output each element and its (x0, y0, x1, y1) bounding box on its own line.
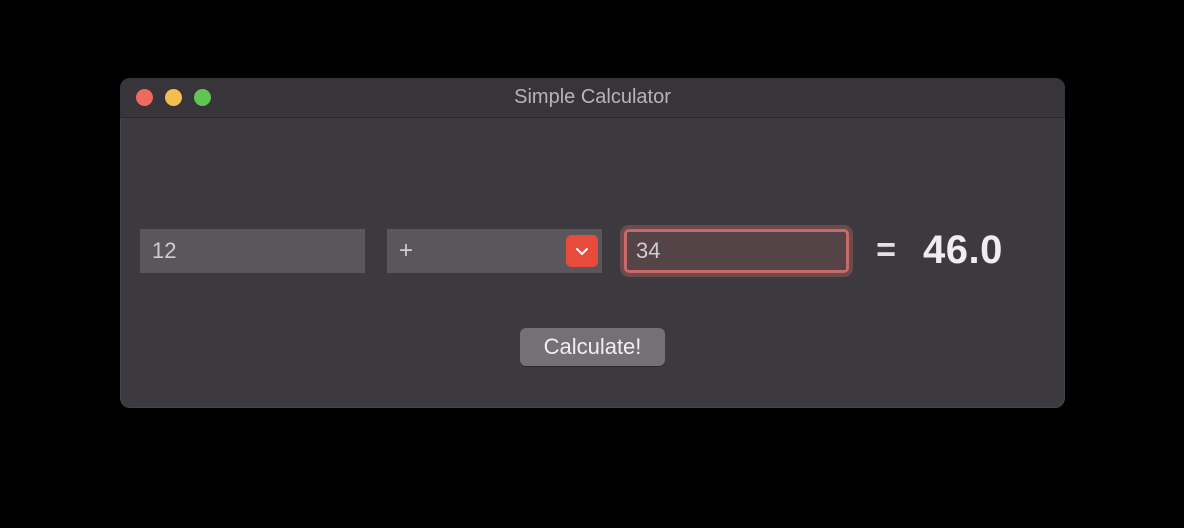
title-bar[interactable]: Simple Calculator (120, 78, 1065, 118)
chevron-down-icon (566, 235, 598, 267)
content-area: + = 46.0 Calculate! (120, 228, 1065, 366)
operator-value: + (387, 237, 566, 265)
result-value: 46.0 (923, 228, 1003, 273)
calculate-button[interactable]: Calculate! (520, 328, 666, 366)
close-button[interactable] (136, 89, 153, 106)
window-controls (120, 89, 211, 106)
operator-select[interactable]: + (387, 229, 602, 273)
minimize-button[interactable] (165, 89, 182, 106)
calculator-row: + = 46.0 (140, 228, 1045, 273)
zoom-button[interactable] (194, 89, 211, 106)
button-row: Calculate! (140, 328, 1045, 366)
operand-a-input[interactable] (140, 229, 365, 273)
app-window: Simple Calculator + = 46.0 Calculate! (120, 78, 1065, 408)
equals-label: = (871, 231, 901, 270)
operand-b-input[interactable] (624, 229, 849, 273)
window-title: Simple Calculator (120, 86, 1065, 109)
